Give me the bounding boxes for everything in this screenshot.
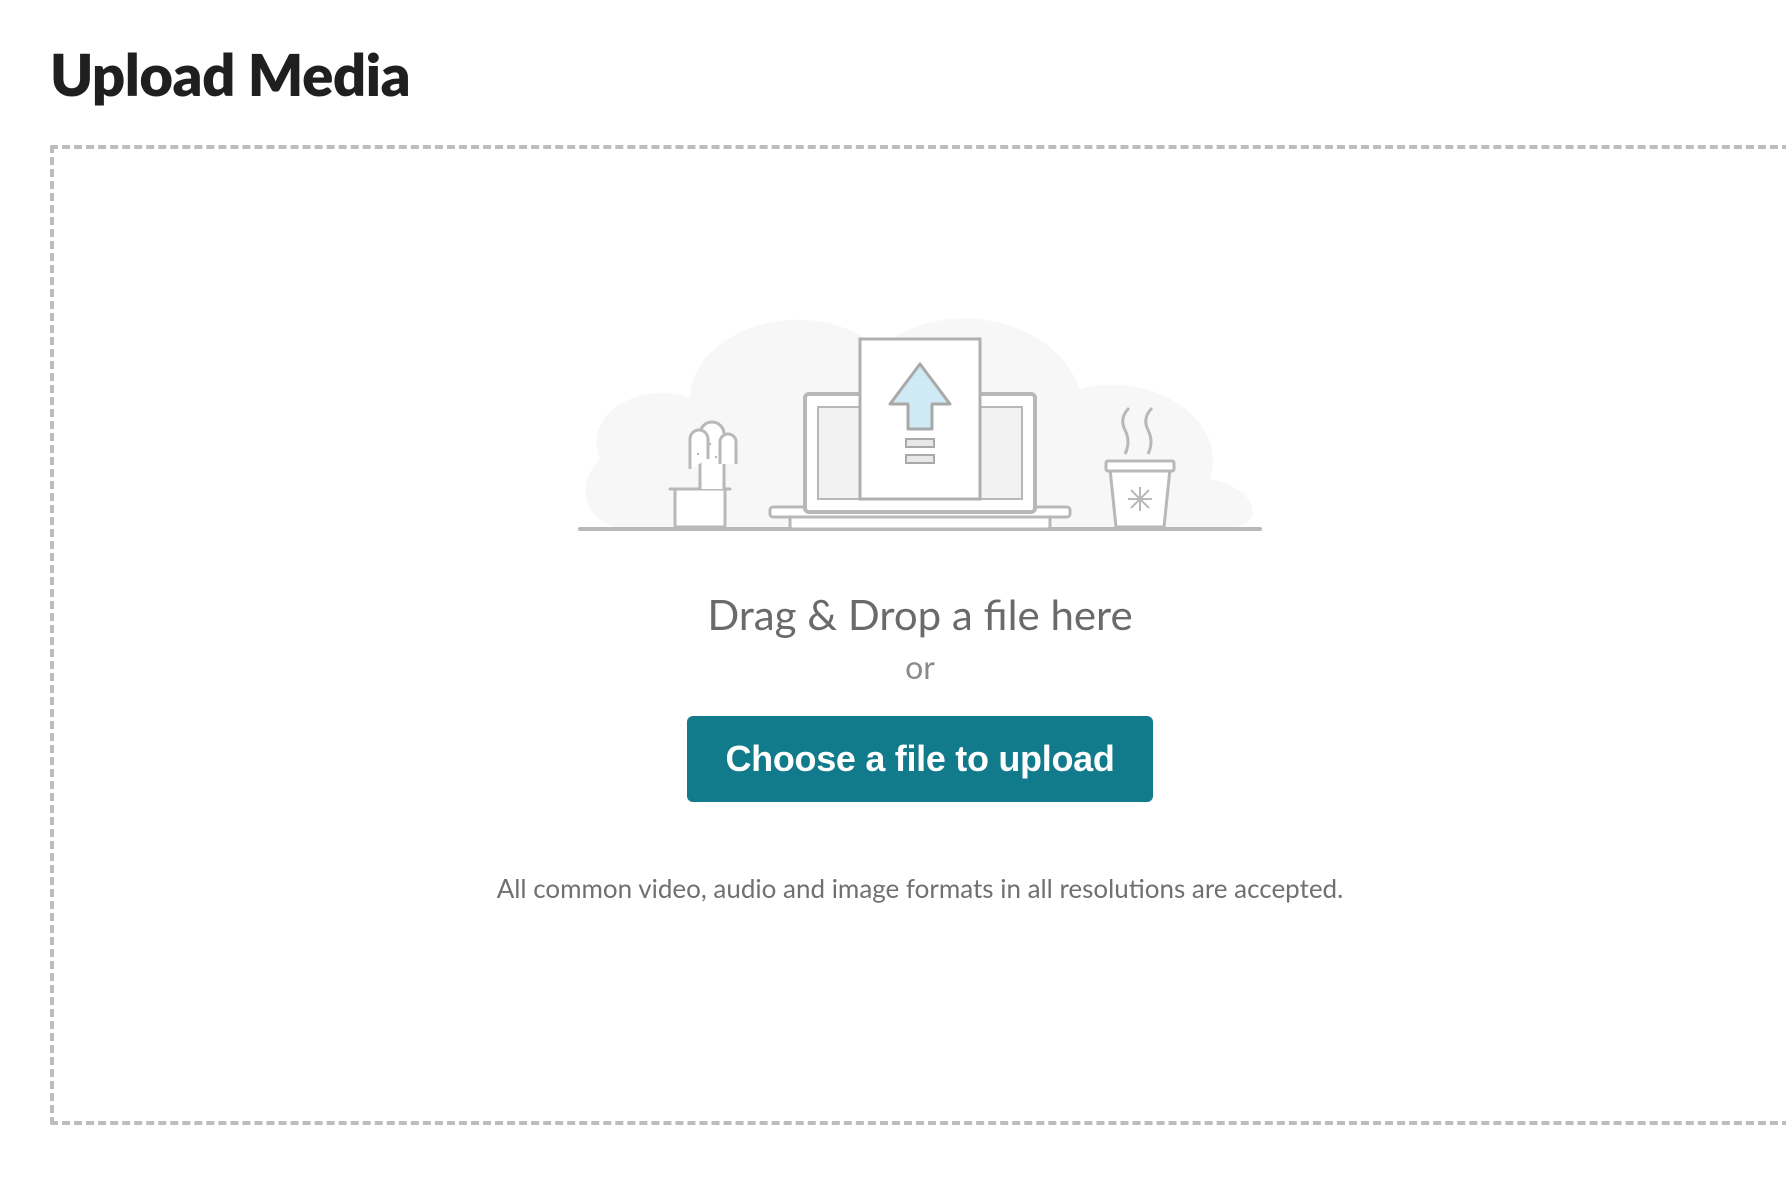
upload-illustration-icon bbox=[570, 229, 1270, 549]
accepted-formats-text: All common video, audio and image format… bbox=[497, 872, 1344, 904]
page-title: Upload Media bbox=[50, 40, 1786, 109]
or-separator-text: or bbox=[905, 647, 935, 686]
upload-dropzone[interactable]: Drag & Drop a file here or Choose a file… bbox=[50, 145, 1786, 1125]
choose-file-button[interactable]: Choose a file to upload bbox=[687, 716, 1152, 802]
drag-drop-text: Drag & Drop a file here bbox=[707, 589, 1132, 639]
